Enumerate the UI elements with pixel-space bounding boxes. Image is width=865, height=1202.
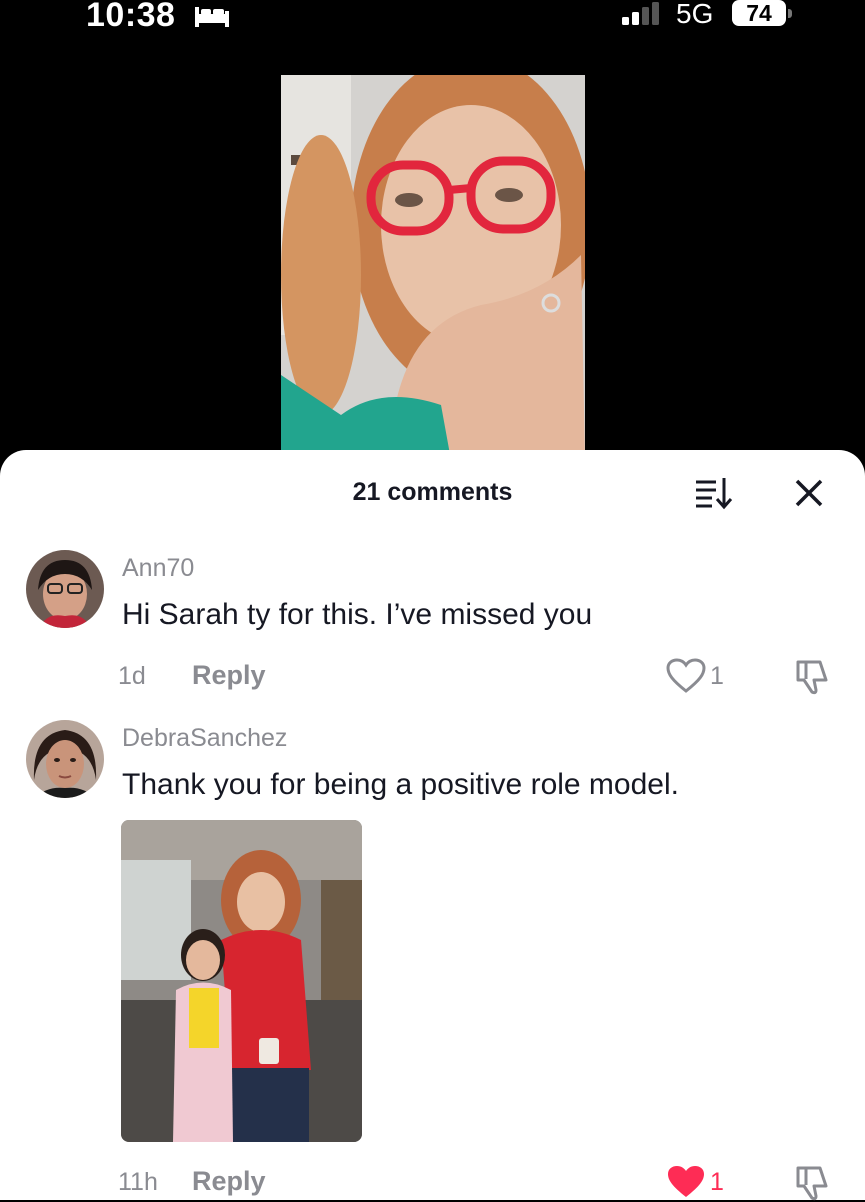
sort-icon[interactable] [692, 474, 736, 512]
reply-button[interactable]: Reply [192, 660, 266, 691]
status-time: 10:38 [86, 0, 176, 34]
signal-icon [622, 2, 659, 25]
status-bar: 10:38 5G 74 [0, 0, 865, 40]
thumbs-down-icon[interactable] [792, 1162, 832, 1202]
close-icon[interactable] [792, 476, 826, 510]
heart-outline-icon[interactable] [666, 658, 706, 694]
network-label: 5G [676, 0, 714, 29]
avatar[interactable] [26, 720, 104, 798]
reply-button[interactable]: Reply [192, 1166, 266, 1197]
comments-sheet: 21 comments Ann70 Hi Sarah ty for this. … [0, 450, 865, 1202]
comment-time: 11h [118, 1168, 158, 1196]
comment-time: 1d [118, 662, 146, 690]
comment-text: Thank you for being a positive role mode… [122, 768, 679, 801]
avatar[interactable] [26, 550, 104, 628]
like-count: 1 [710, 1168, 724, 1196]
comment-text: Hi Sarah ty for this. I’ve missed you [122, 598, 593, 631]
heart-filled-icon[interactable] [666, 1164, 706, 1200]
video-frame [281, 75, 585, 460]
thumbs-down-icon[interactable] [792, 656, 832, 696]
bed-icon [195, 7, 229, 27]
like-count: 1 [710, 662, 724, 690]
video-player[interactable] [281, 75, 585, 460]
comment-username[interactable]: DebraSanchez [122, 724, 287, 753]
battery-indicator: 74 [732, 0, 786, 26]
comment-username[interactable]: Ann70 [122, 554, 194, 583]
battery-cap [788, 9, 792, 18]
comment-photo[interactable] [121, 820, 362, 1142]
